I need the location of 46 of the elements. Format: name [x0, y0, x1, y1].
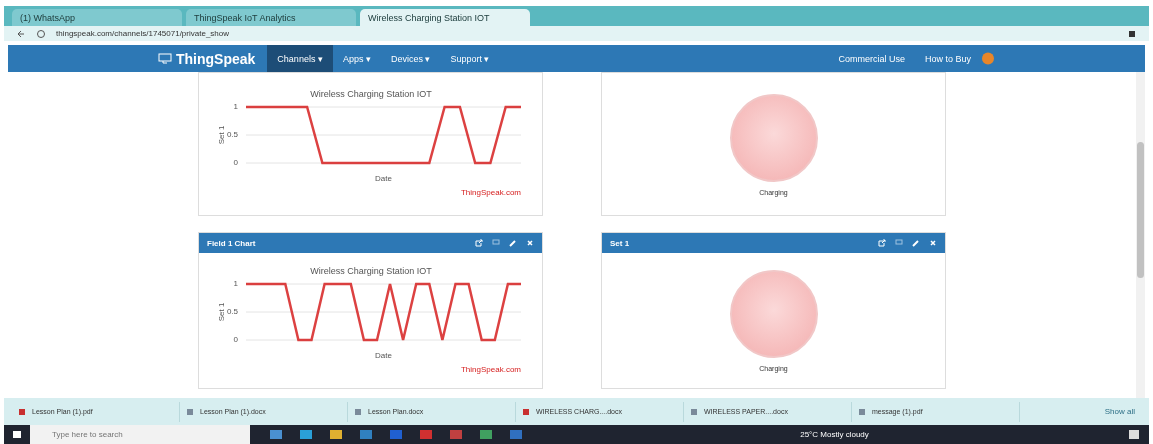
weather-text[interactable]: 25°C Mostly cloudy — [800, 430, 869, 439]
show-all-button[interactable]: Show all — [1098, 406, 1141, 417]
nav-menu-item[interactable]: Apps ▾ — [332, 45, 381, 72]
file-icon — [690, 407, 698, 416]
nav-link[interactable]: How to Buy — [914, 45, 981, 72]
chart-title: Wireless Charging Station IOT — [309, 89, 432, 99]
y-tick-label: 0.5 — [226, 130, 238, 139]
chart-title: Wireless Charging Station IOT — [309, 265, 432, 276]
nav-link[interactable]: Commercial Use — [828, 45, 915, 72]
file-icon — [354, 407, 362, 416]
browser-tab[interactable]: ThingSpeak IoT Analytics — [186, 9, 356, 26]
chart-credit: ThingSpeak.com — [460, 364, 521, 374]
pencil-icon[interactable] — [912, 239, 920, 247]
y-axis-label: Set 1 — [216, 302, 226, 321]
close-icon[interactable] — [526, 239, 534, 247]
close-icon[interactable] — [929, 239, 937, 247]
y-tick-label: 0.5 — [226, 306, 238, 316]
scrollbar[interactable] — [1136, 72, 1145, 398]
file-icon — [858, 407, 866, 416]
browser-tab[interactable]: Wireless Charging Station IOT — [360, 9, 530, 26]
url-text[interactable]: thingspeak.com/channels/1745071/private_show — [56, 29, 1117, 38]
nav-menu-item[interactable]: Support ▾ — [440, 45, 500, 72]
panel-title: Field 1 Chart — [207, 238, 257, 248]
nav-menu-item[interactable]: Devices ▾ — [380, 45, 441, 72]
reload-icon[interactable] — [36, 28, 46, 39]
y-tick-label: 1 — [233, 278, 238, 288]
file-icon — [18, 407, 26, 416]
y-axis-label: Set 1 — [216, 125, 226, 145]
brand-logo[interactable]: ThingSpeak — [158, 45, 256, 72]
x-axis-label: Date — [374, 174, 392, 183]
pencil-icon[interactable] — [509, 239, 517, 247]
file-icon — [186, 407, 194, 416]
chart-credit: ThingSpeak.com — [460, 188, 521, 197]
y-tick-label: 0 — [233, 334, 238, 344]
taskbar-search-field[interactable]: Type here to search — [30, 425, 250, 444]
x-axis-label: Date — [374, 350, 392, 360]
address-bar[interactable]: thingspeak.com/channels/1745071/private_show — [4, 26, 1149, 41]
panel-title: Set 1 — [610, 238, 631, 248]
external-link-icon[interactable] — [475, 239, 483, 247]
external-link-icon[interactable] — [878, 239, 886, 247]
back-arrow-icon[interactable] — [16, 28, 26, 39]
file-icon — [522, 407, 530, 416]
y-tick-label: 1 — [233, 102, 238, 111]
browser-tab[interactable]: (1) WhatsApp — [12, 9, 182, 26]
nav-menu-item[interactable]: Channels ▾ — [267, 45, 333, 72]
y-tick-label: 0 — [233, 158, 238, 167]
